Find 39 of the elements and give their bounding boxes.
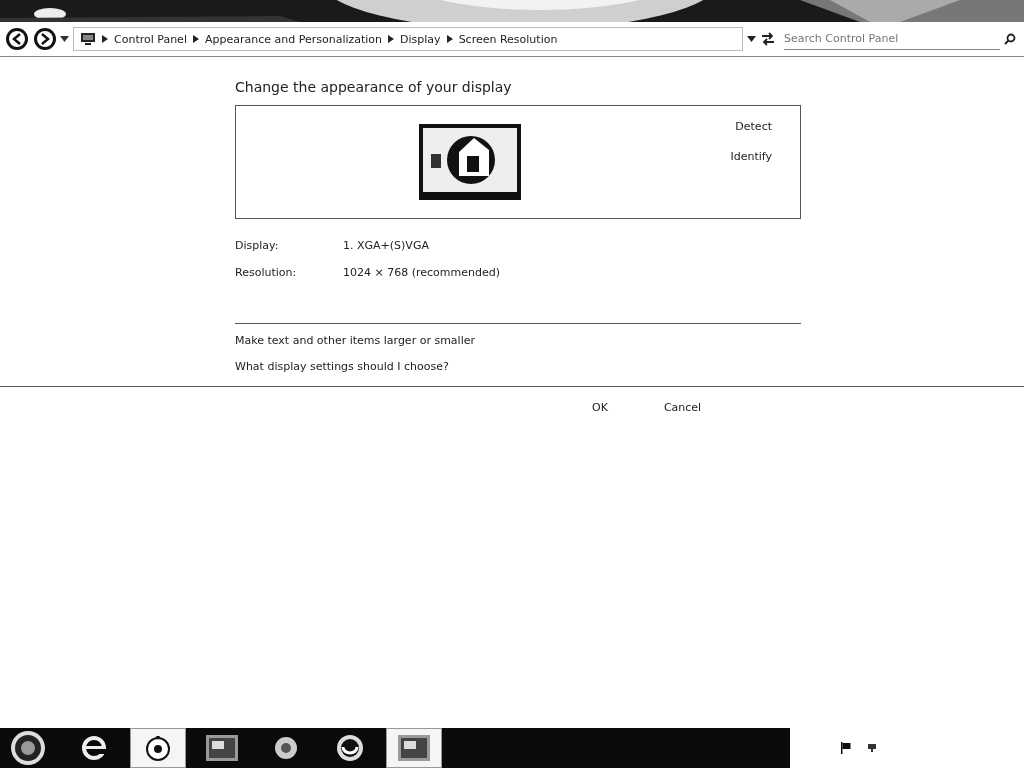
swirl-icon [335, 733, 365, 763]
help-link[interactable]: What display settings should I choose? [235, 360, 801, 373]
dialog-button[interactable]: Cancel [663, 401, 702, 414]
disc-icon [144, 734, 172, 762]
field-value[interactable]: 1024 × 768 (recommended) [343, 266, 500, 279]
breadcrumb-link[interactable]: Screen Resolution [458, 32, 558, 46]
taskbar-button[interactable] [130, 728, 186, 768]
chevron-icon[interactable] [446, 35, 453, 43]
forward-button[interactable] [32, 26, 58, 52]
breadcrumb-link[interactable]: Display [400, 32, 441, 46]
search-field[interactable]: Search Control Panel [784, 28, 1000, 50]
chevron-icon[interactable] [388, 35, 395, 43]
network-icon[interactable] [866, 743, 878, 753]
field-label: Resolution: [235, 266, 298, 279]
field-label: Display: [235, 239, 280, 252]
chevron-icon[interactable] [102, 35, 108, 43]
start-button[interactable] [10, 730, 46, 766]
window-icon [206, 735, 238, 761]
dropdown-arrow-icon[interactable] [747, 36, 756, 42]
e-logo-icon [80, 734, 108, 762]
monitor-action-button[interactable]: Detect [735, 120, 772, 133]
help-link[interactable]: Make text and other items larger or smaller [235, 334, 801, 347]
monitor-icon [80, 32, 96, 46]
taskbar-button[interactable] [386, 728, 442, 768]
search-icon [1004, 33, 1016, 45]
back-button[interactable] [4, 26, 30, 52]
dialog-button[interactable]: OK [592, 401, 608, 414]
window-icon [398, 735, 430, 761]
chevron-icon[interactable] [192, 35, 199, 43]
monitor-thumbnail-icon[interactable] [419, 124, 521, 200]
disc-icon [273, 735, 299, 761]
monitor-action-button[interactable]: Identify [730, 150, 772, 163]
history-dropdown-icon[interactable] [60, 36, 69, 42]
flag-icon[interactable] [840, 742, 852, 754]
refresh-icon[interactable] [760, 32, 776, 46]
breadcrumb-link[interactable]: Control Panel [114, 32, 187, 46]
breadcrumb-link[interactable]: Appearance and Personalization [204, 32, 383, 46]
field-value[interactable]: 1. XGA+(S)VGA [343, 239, 429, 252]
page-heading: Change the appearance of your display [235, 79, 513, 95]
